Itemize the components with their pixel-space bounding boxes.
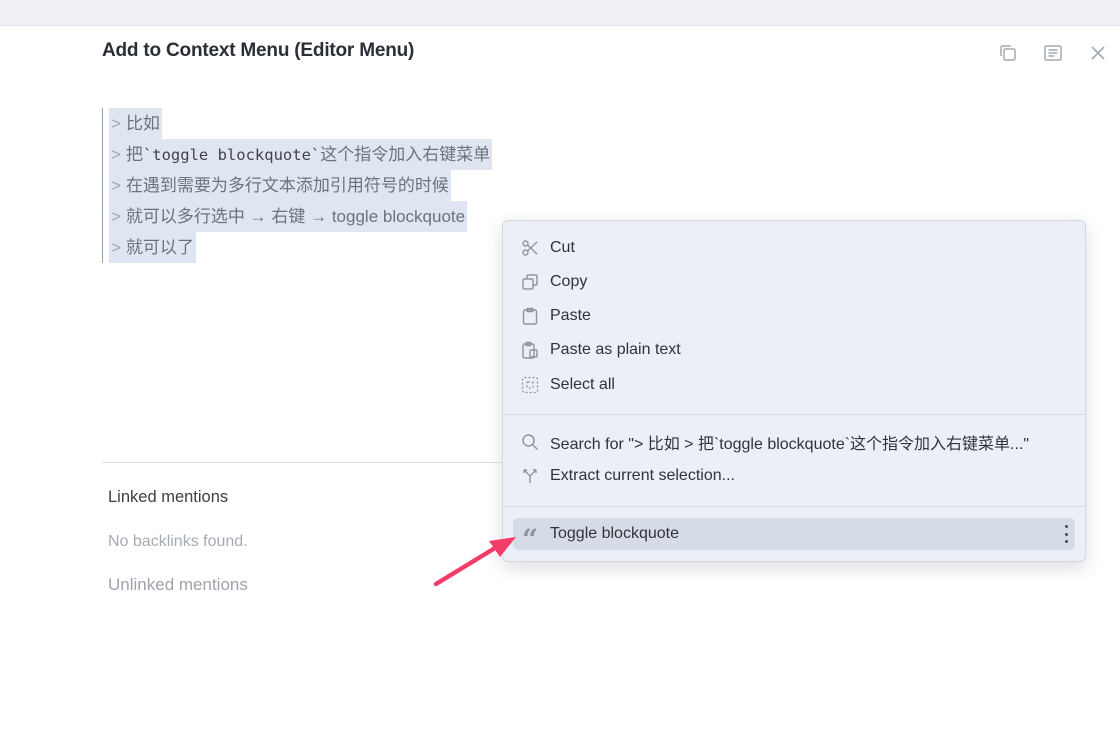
top-bar [0,0,1120,26]
inline-code: `toggle blockquote` [142,146,321,164]
no-backlinks-text: No backlinks found. [108,533,248,550]
quote-text: 把 [125,145,143,164]
select-all-icon [519,374,541,396]
unlinked-mentions-title[interactable]: Unlinked mentions [108,575,248,595]
menu-item-select-all[interactable]: Select all [513,369,1075,401]
quote-marker: > [111,238,121,257]
section-divider [102,462,502,463]
clipboard-text-icon [519,339,541,361]
menu-item-label: Select all [550,376,615,393]
annotation-arrow-icon [433,537,516,587]
blockquote-editor[interactable]: > 比如 > 把`toggle blockquote`这个指令加入右键菜单 > 在遇到… [102,108,523,263]
menu-item-label: Cut [550,239,575,256]
menu-item-paste[interactable]: Paste [513,300,1075,332]
menu-item-paste-plain[interactable]: Paste as plain text [513,334,1075,366]
scissors-icon [519,237,541,259]
menu-item-label: Toggle blockquote [550,525,679,542]
quote-line[interactable]: > 就可以了 [103,232,523,263]
quote-line[interactable]: > 就可以多行选中 → 右键 → toggle blockquote [103,201,523,232]
quote-line[interactable]: > 在遇到需要为多行文本添加引用符号的时候 [103,170,523,201]
menu-item-extract[interactable]: Extract current selection... [513,460,1075,492]
quote-marker: > [111,145,121,164]
page-title: Add to Context Menu (Editor Menu) [102,40,415,61]
quote-text: 就可以多行选中 → 右键 → toggle blockquote [125,207,466,226]
quote-line[interactable]: > 把`toggle blockquote`这个指令加入右键菜单 [103,139,523,170]
search-icon [519,431,541,453]
menu-separator [503,414,1085,415]
document-icon[interactable] [1030,38,1075,68]
quote-line[interactable]: > 比如 [103,108,523,139]
quote-text: 在遇到需要为多行文本添加引用符号的时候 [125,176,449,195]
quote-marker: > [111,176,121,195]
quote-text: 就可以了 [125,238,194,257]
menu-separator [503,506,1085,507]
copy-icon[interactable] [985,38,1030,68]
menu-item-label: Paste [550,307,591,324]
context-menu: Cut Copy Paste Paste as plain text Selec… [502,220,1086,562]
quote-marker: > [111,207,121,226]
quote-marker: > [111,114,121,133]
close-icon[interactable] [1075,38,1120,68]
window-controls [985,38,1120,68]
more-options-icon[interactable] [1063,525,1069,543]
clipboard-icon [519,305,541,327]
quote-text: 这个指令加入右键菜单 [320,145,491,164]
extract-icon [519,465,541,487]
copy-icon [519,271,541,293]
menu-item-label: Search for "> 比如 > 把`toggle blockquote`这… [550,436,1030,453]
menu-item-search[interactable]: Search for "> 比如 > 把`toggle blockquote`这… [513,426,1075,458]
menu-item-label: Extract current selection... [550,467,735,484]
menu-item-copy[interactable]: Copy [513,266,1075,298]
menu-item-cut[interactable]: Cut [513,232,1075,264]
linked-mentions-title[interactable]: Linked mentions [108,488,228,507]
menu-item-label: Paste as plain text [550,341,681,358]
menu-item-label: Copy [550,273,588,290]
menu-item-toggle-blockquote[interactable]: “ Toggle blockquote [513,518,1075,553]
quote-text: 比如 [125,114,160,133]
